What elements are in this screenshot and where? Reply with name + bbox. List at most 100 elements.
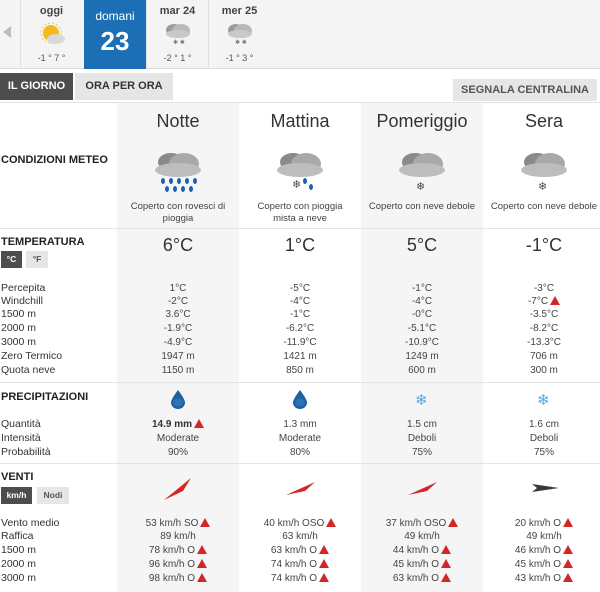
vento-3000-value: 63 km/h O — [392, 573, 440, 584]
rain-drop-icon — [171, 390, 185, 409]
temp-3000-value: -10.9°C — [404, 337, 439, 348]
temp-2000-value: -8.2°C — [529, 323, 559, 334]
warning-icon — [441, 559, 452, 568]
day-selector: oggi -1 ° 7 ° domani 23 mar 24 ✱ ✱ -2 ° … — [0, 0, 600, 69]
intensita-value: Deboli — [529, 433, 559, 444]
intensita-value: Moderate — [156, 433, 200, 444]
condition-text-notte: Coperto con rovesci di pioggia — [130, 201, 226, 224]
raffica-value: 89 km/h — [160, 531, 196, 542]
vento-2000-cell: 74 km/h O — [239, 558, 361, 571]
intensita-value: Moderate — [278, 433, 322, 444]
probabilita-value: 75% — [533, 447, 554, 458]
zero-termico-value: 1947 m — [161, 351, 195, 362]
zero-termico-value: 1421 m — [283, 351, 317, 362]
quantita-value: 1.6 cm — [528, 419, 559, 430]
day-name: oggi — [39, 5, 64, 17]
svg-text:❄: ❄ — [416, 181, 425, 193]
windchill-value: -7°C — [527, 296, 549, 307]
wind-arrow-wsw-icon — [286, 482, 315, 495]
tab-ora-per-ora[interactable]: ORA PER ORA — [75, 73, 173, 100]
windchill-value: -2°C — [167, 296, 189, 307]
day-name: mer 25 — [221, 5, 258, 17]
prev-day-arrow-icon[interactable] — [3, 26, 11, 38]
probabilita-value: 80% — [289, 447, 310, 458]
warning-icon — [200, 518, 211, 527]
unit-fahrenheit-button[interactable]: °F — [26, 251, 48, 268]
windchill-cell: -7°C — [483, 295, 600, 308]
warning-icon — [563, 573, 574, 582]
temp-3000-value: -4.9°C — [163, 337, 193, 348]
day-name: domani — [95, 9, 135, 23]
quantita-value: 14.9 mm — [151, 419, 193, 430]
view-tabs: IL GIORNO ORA PER ORA SEGNALA CENTRALINA — [0, 69, 600, 103]
temp-pomeriggio: 5°C — [406, 235, 438, 255]
svg-text:❄: ❄ — [292, 179, 301, 191]
vento-1500-cell: 46 km/h O — [483, 544, 600, 557]
day-name: mar 24 — [159, 5, 196, 17]
warning-icon — [550, 296, 561, 305]
quota-neve-value: 1150 m — [161, 365, 195, 376]
warning-icon — [326, 518, 337, 527]
quota-neve-value: 600 m — [408, 365, 436, 376]
day-tab-mar-24[interactable]: mar 24 ✱ ✱ -2 ° 1 ° — [146, 0, 208, 69]
zero-termico-value: 1249 m — [405, 351, 439, 362]
raffica-value: 49 km/h — [404, 531, 440, 542]
warning-icon — [197, 545, 208, 554]
temp-1500-value: 3.6°C — [165, 309, 191, 320]
raffica-value: 49 km/h — [526, 531, 562, 542]
vento-2000-value: 45 km/h O — [392, 559, 440, 570]
row-label-quota-neve: Quota neve — [1, 364, 56, 376]
unit-celsius-button[interactable]: °C — [1, 251, 22, 268]
quota-neve-value: 850 m — [286, 365, 314, 376]
intensita-value: Deboli — [407, 433, 437, 444]
section-label-venti: VENTI — [1, 471, 34, 483]
unit-nodi-button[interactable]: Nodi — [37, 487, 69, 504]
percepita-value: -5°C — [289, 283, 311, 294]
vento-2000-value: 96 km/h O — [148, 559, 196, 570]
vento-1500-cell: 78 km/h O — [117, 544, 239, 557]
probabilita-value: 90% — [167, 447, 188, 458]
warning-icon — [197, 573, 208, 582]
vento-3000-value: 43 km/h O — [514, 573, 562, 584]
vento-2000-value: 45 km/h O — [514, 559, 562, 570]
vento-medio-cell: 40 km/h OSO — [239, 517, 361, 530]
snowflake-icon: ❄ — [415, 392, 428, 409]
period-header-sera: Sera — [524, 111, 564, 131]
raffica-value: 63 km/h — [282, 531, 318, 542]
section-label-precipitazioni: PRECIPITAZIONI — [1, 391, 89, 403]
temp-3000-value: -11.9°C — [283, 337, 317, 348]
temp-1500-value: -3.5°C — [529, 309, 559, 320]
day-temps: -2 ° 1 ° — [163, 53, 192, 63]
vento-2000-value: 74 km/h O — [270, 559, 318, 570]
snow-cloud-icon: ✱ ✱ — [166, 24, 190, 46]
day-tab-mer-25[interactable]: mer 25 ✱ ✱ -1 ° 3 ° — [208, 0, 270, 69]
snow-cloud-icon: ✱ ✱ — [228, 24, 252, 46]
cloud-sleet-icon: ❄ — [277, 153, 323, 191]
vento-1500-value: 63 km/h O — [270, 545, 318, 556]
row-label-vento-2000: 2000 m — [1, 558, 37, 570]
warning-icon — [563, 545, 574, 554]
period-header-notte: Notte — [156, 111, 200, 131]
temp-mattina: 1°C — [284, 235, 316, 255]
vento-medio-cell: 37 km/h OSO — [361, 517, 483, 530]
tab-il-giorno[interactable]: IL GIORNO — [0, 73, 73, 100]
day-tab-domani[interactable]: domani 23 — [84, 0, 146, 69]
unit-kmh-button[interactable]: km/h — [1, 487, 32, 504]
vento-3000-cell: 98 km/h O — [117, 572, 239, 585]
percepita-value: 1°C — [169, 283, 187, 294]
section-label-condizioni: CONDIZIONI METEO — [1, 154, 108, 166]
row-label-probabilita: Probabilità — [1, 446, 51, 458]
section-label-temperatura: TEMPERATURA — [1, 236, 85, 248]
day-tab-oggi[interactable]: oggi -1 ° 7 ° — [20, 0, 82, 69]
warning-icon — [319, 545, 330, 554]
section-divider — [0, 382, 600, 383]
condition-text-pomeriggio: Coperto con neve debole — [368, 201, 476, 212]
segnala-centralina-button[interactable]: SEGNALA CENTRALINA — [453, 79, 597, 101]
temp-sera: -1°C — [525, 235, 563, 255]
warning-icon — [563, 559, 574, 568]
row-label-vento-1500: 1500 m — [1, 544, 37, 556]
condition-text-sera: Coperto con neve debole — [490, 201, 598, 212]
row-label-3000: 3000 m — [1, 336, 37, 348]
row-label-vento-medio: Vento medio — [1, 517, 60, 529]
temp-2000-value: -6.2°C — [285, 323, 315, 334]
